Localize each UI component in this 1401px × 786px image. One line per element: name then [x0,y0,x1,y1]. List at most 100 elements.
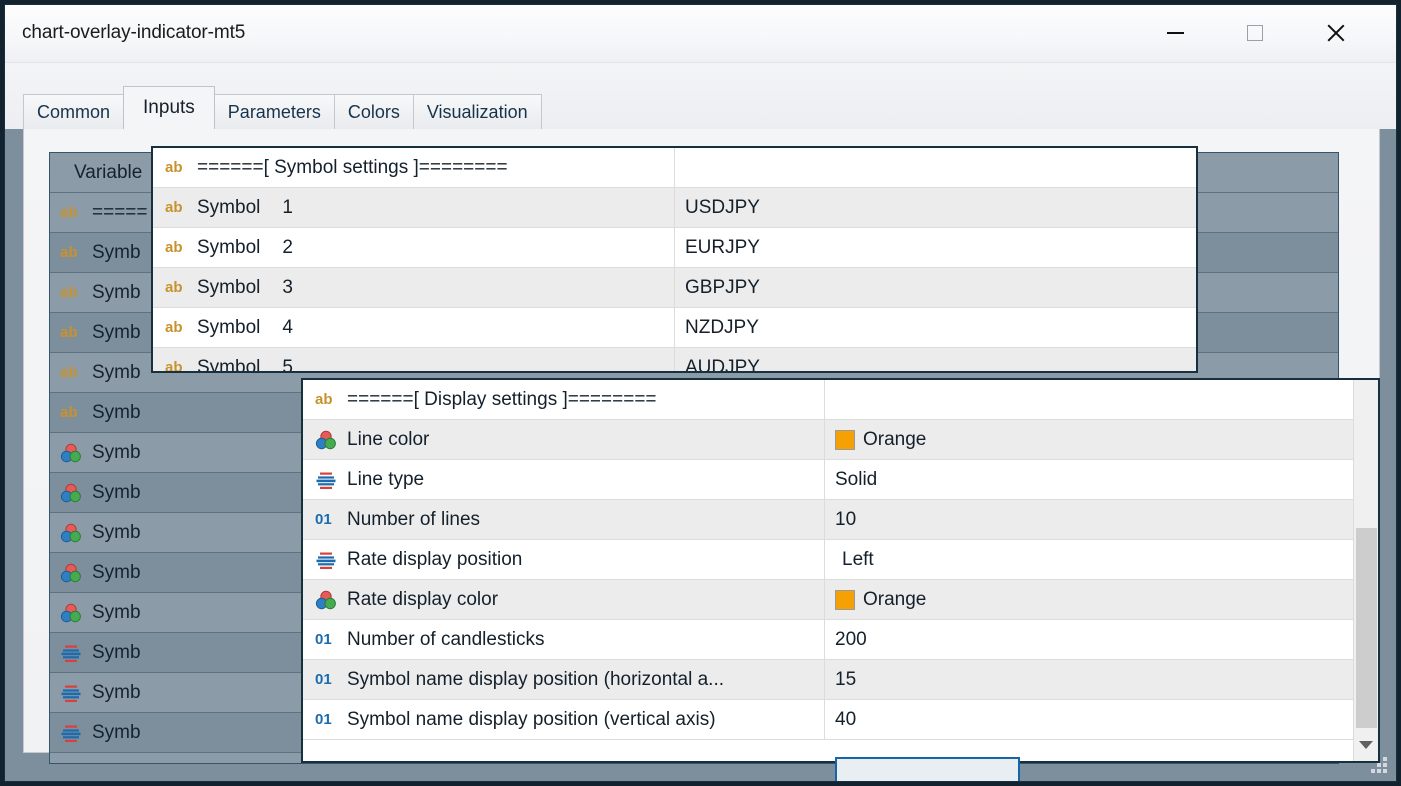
parameter-value-cell[interactable]: Solid [824,460,1345,499]
parameter-value-cell[interactable]: AUDJPY [674,348,1196,371]
string-type-icon: ab [165,198,183,216]
parameter-name-cell[interactable]: Line color [303,420,824,459]
tab-colors[interactable]: Colors [333,94,414,129]
parameter-value-cell[interactable]: Orange [824,580,1345,619]
parameter-name-cell[interactable]: Rate display color [303,580,824,619]
parameter-name-cell[interactable]: 01 Number of candlesticks [303,620,824,659]
table-row[interactable]: ab Symbol 1 USDJPY [153,188,1196,228]
parameter-value: Orange [863,428,927,450]
parameter-name-cell[interactable]: ab Symbol 1 [153,188,674,227]
integer-type-icon: 01 [315,510,332,528]
parameter-label: Line color [347,428,430,450]
parameter-value-cell[interactable]: USDJPY [674,188,1196,227]
resize-grip[interactable] [1371,757,1389,775]
table-row[interactable]: Line type Solid [303,460,1378,500]
integer-type-icon: 01 [315,670,332,688]
color-type-icon [60,522,82,544]
parameter-name-cell[interactable]: 01 Number of lines [303,500,824,539]
parameter-name-cell[interactable]: ab Symbol 2 [153,228,674,267]
parameter-name-cell[interactable]: ab Symbol 3 [153,268,674,307]
row-type-icon-wrap [50,762,92,764]
table-row[interactable]: 01 Symbol name display position (horizont… [303,660,1378,700]
symbol-settings-panel[interactable]: ab ======[ Symbol settings ]======== ab Sym… [151,146,1198,373]
tab-common[interactable]: Common [23,94,125,129]
row-type-icon-wrap [50,642,92,664]
parameter-name-cell[interactable]: Line type [303,460,824,499]
enum-type-icon [60,722,82,744]
display-settings-rows: ab ======[ Display settings ]======== Line… [303,380,1378,740]
parameter-value-cell[interactable]: NZDJPY [674,308,1196,347]
grip-dot [1377,763,1381,767]
row-type-icon-wrap: ab [50,282,92,304]
tab-visualization[interactable]: Visualization [412,94,542,129]
row-type-icon-wrap [50,562,92,584]
parameter-value-cell[interactable]: Left [824,540,1345,579]
table-row[interactable]: Rate display position Left [303,540,1378,580]
grip-dot [1383,769,1387,773]
close-button[interactable] [1300,5,1370,61]
parameter-value-cell[interactable]: EURJPY [674,228,1196,267]
table-row[interactable]: 01 Symbol name display position (vertical… [303,700,1378,740]
table-row[interactable]: ab Symbol 3 GBPJPY [153,268,1196,308]
parameter-label: Symbol [197,316,261,338]
parameter-name-cell[interactable]: ab ======[ Symbol settings ]======== [153,148,674,187]
tab-parameters[interactable]: Parameters [213,94,335,129]
parameter-name-cell[interactable]: ab ======[ Display settings ]======== [303,380,824,419]
minimize-button[interactable] [1140,5,1210,61]
parameter-name-cell[interactable]: ab Symbol 4 [153,308,674,347]
enum-type-icon [60,762,82,764]
row-type-icon-wrap [50,602,92,624]
table-row[interactable]: Rate display color Orange [303,580,1378,620]
parameter-label: Symbol [197,236,261,258]
parameter-label: Number of candlesticks [347,628,545,650]
color-type-icon [60,562,82,584]
parameter-name-cell[interactable]: 01 Symbol name display position (horizont… [303,660,824,699]
tab-inputs[interactable]: Inputs [123,86,215,129]
title-bar: chart-overlay-indicator-mt5 [5,5,1396,63]
table-row[interactable]: ab ======[ Display settings ]======== [303,380,1378,420]
table-row[interactable]: 01 Number of candlesticks 200 [303,620,1378,660]
tab-list: Common Inputs Parameters Colors Visualizatio… [23,86,542,129]
parameter-name-cell[interactable]: Rate display position [303,540,824,579]
parameter-name-cell[interactable]: ab Symbol 5 [153,348,674,372]
table-row[interactable]: 01 Number of lines 10 [303,500,1378,540]
parameter-label: Symbol [197,276,261,298]
maximize-button[interactable] [1220,5,1290,61]
row-label: Symb [92,241,141,263]
parameter-value-cell[interactable]: 40 [824,700,1345,739]
parameter-index: 3 [282,276,293,298]
tab-label: Parameters [227,101,321,122]
tab-strip: Common Inputs Parameters Colors Visualizatio… [5,63,1396,130]
parameter-value-cell[interactable]: 10 [824,500,1345,539]
table-row[interactable]: ab ======[ Symbol settings ]======== [153,148,1196,188]
parameter-value-cell[interactable] [824,380,1345,419]
table-row[interactable]: Line color Orange [303,420,1378,460]
row-label: Symb [92,401,141,423]
string-type-icon: ab [315,390,333,408]
parameter-value-cell[interactable]: GBPJPY [674,268,1196,307]
maximize-icon [1247,25,1263,41]
row-label: Symbol inversion 4 [92,762,253,764]
table-row[interactable]: ab Symbol 2 EURJPY [153,228,1196,268]
row-label: Symb [92,561,141,583]
parameter-value-cell[interactable]: Orange [824,420,1345,459]
display-settings-panel[interactable]: ab ======[ Display settings ]======== Line… [301,378,1380,763]
color-swatch [835,429,855,450]
table-row[interactable]: ab Symbol 5 AUDJPY [153,348,1196,372]
parameter-label: Rate display color [347,588,499,610]
table-row[interactable]: ab Symbol 4 NZDJPY [153,308,1196,348]
parameter-name-cell[interactable]: 01 Symbol name display position (vertical… [303,700,824,739]
parameter-value-cell[interactable]: 200 [824,620,1345,659]
row-label: Symb [92,361,141,383]
row-type-icon-wrap: ab [50,402,92,424]
ok-button[interactable] [835,757,1020,781]
row-type-icon-wrap: ab [50,242,92,264]
display-panel-scrollbar[interactable] [1353,380,1378,761]
parameter-value: NZDJPY [685,316,759,338]
parameter-value: Left [842,548,874,570]
parameter-value-cell[interactable]: 15 [824,660,1345,699]
scrollbar-thumb[interactable] [1356,528,1377,728]
row-type-icon-wrap [50,442,92,464]
parameter-value-cell[interactable] [674,148,1196,187]
enum-type-icon [60,682,82,704]
